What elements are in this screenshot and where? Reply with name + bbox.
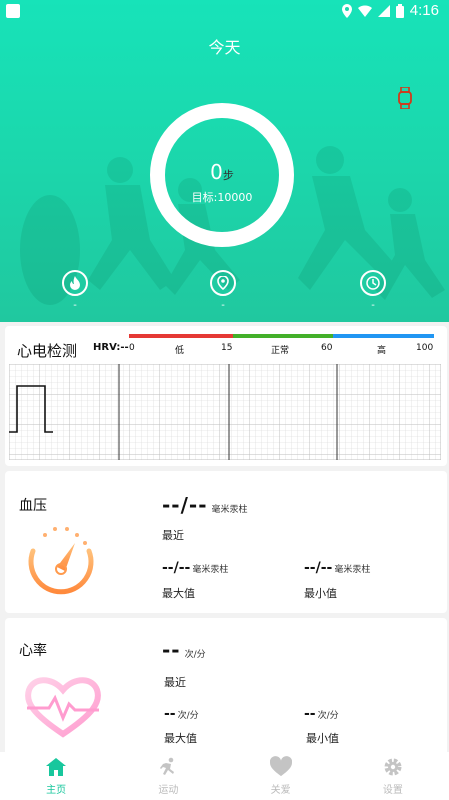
step-goal: 目标:10000 bbox=[191, 191, 253, 204]
hrv-scale-low: 低 bbox=[175, 346, 185, 356]
bp-max-label: 最大值 bbox=[162, 587, 195, 600]
hr-max-number: -- bbox=[164, 706, 176, 722]
hrv-high-segment bbox=[333, 334, 434, 338]
step-unit: 步 bbox=[222, 169, 234, 182]
ecg-waveform-grid bbox=[9, 364, 441, 460]
bp-recent-value: --/-- 毫米汞柱 bbox=[162, 493, 248, 517]
bp-recent-unit: 毫米汞柱 bbox=[211, 505, 248, 515]
heart-icon bbox=[269, 756, 292, 778]
hrv-scale-high: 高 bbox=[377, 346, 387, 356]
header: 4:16 今天 0步 目标:10000 - - - bbox=[0, 0, 449, 322]
ecg-card[interactable]: 心电检测 HRV:-- 0 低 15 正常 60 高 100 bbox=[5, 326, 447, 466]
tab-care[interactable]: 关爱 bbox=[225, 752, 337, 800]
duration-value: - bbox=[371, 300, 375, 311]
calories-value: - bbox=[73, 300, 77, 311]
page-title: 今天 bbox=[208, 38, 241, 57]
hr-max-unit: 次/分 bbox=[177, 711, 199, 721]
hrv-scale-0: 0 bbox=[129, 343, 135, 353]
step-value: 0 bbox=[210, 160, 223, 184]
heart-rate-card[interactable]: 心率 -- 次/分 最近 -- 次/分 最大值 -- 次/分 最小值 bbox=[5, 618, 447, 756]
watch-icon[interactable] bbox=[398, 87, 412, 109]
blood-pressure-card[interactable]: 血压 --/-- 毫米汞柱 最近 --/-- 毫米汞柱 最大值 --/-- 毫米汞柱 … bbox=[5, 471, 447, 613]
heart-pulse-icon bbox=[25, 677, 101, 738]
signal-icon bbox=[377, 4, 390, 17]
gauge-icon bbox=[28, 527, 94, 595]
bp-min-label: 最小值 bbox=[304, 587, 337, 600]
bp-min-value: --/-- 毫米汞柱 bbox=[304, 560, 370, 576]
home-icon bbox=[45, 756, 67, 778]
clock-icon bbox=[360, 270, 386, 296]
hrv-scale-bar bbox=[129, 334, 434, 338]
hrv-label: HRV:-- bbox=[93, 342, 129, 353]
hr-min-unit: 次/分 bbox=[317, 711, 339, 721]
tab-sport[interactable]: 运动 bbox=[112, 752, 224, 800]
hr-recent-unit: 次/分 bbox=[184, 650, 206, 660]
bp-max-value: --/-- 毫米汞柱 bbox=[162, 560, 228, 576]
hr-max-value: -- 次/分 bbox=[164, 706, 199, 722]
hr-min-value: -- 次/分 bbox=[304, 706, 339, 722]
hrv-scale-100: 100 bbox=[416, 343, 434, 353]
status-bar: 4:16 bbox=[0, 0, 449, 22]
ecg-title: 心电检测 bbox=[17, 342, 78, 360]
hr-min-number: -- bbox=[304, 706, 316, 722]
step-count: 0步 bbox=[150, 160, 294, 184]
hrv-normal-segment bbox=[232, 334, 334, 338]
bp-max-unit: 毫米汞柱 bbox=[192, 565, 229, 575]
hr-min-label: 最小值 bbox=[306, 732, 339, 745]
tab-care-label: 关爱 bbox=[270, 785, 291, 796]
tab-settings-label: 设置 bbox=[382, 785, 403, 796]
tab-sport-label: 运动 bbox=[158, 785, 179, 796]
flame-icon bbox=[62, 270, 88, 296]
hr-recent-value: -- 次/分 bbox=[162, 638, 206, 662]
bp-min-number: --/-- bbox=[304, 560, 333, 576]
bp-recent-number: --/-- bbox=[162, 493, 208, 517]
battery-icon bbox=[395, 3, 404, 18]
hr-max-label: 最大值 bbox=[164, 732, 197, 745]
hr-recent-number: -- bbox=[162, 638, 181, 662]
wifi-icon bbox=[357, 4, 372, 17]
bp-max-number: --/-- bbox=[162, 560, 191, 576]
location-icon bbox=[210, 270, 236, 296]
running-icon bbox=[157, 756, 179, 778]
location-status-icon bbox=[341, 3, 352, 18]
hrv-scale-normal: 正常 bbox=[271, 346, 290, 356]
status-time: 4:16 bbox=[409, 2, 439, 19]
hr-recent-label: 最近 bbox=[164, 676, 186, 689]
bottom-tab-bar: 主页 运动 关爱 设置 bbox=[0, 752, 449, 800]
tab-home[interactable]: 主页 bbox=[0, 752, 112, 800]
hrv-low-segment bbox=[129, 334, 233, 338]
hr-title: 心率 bbox=[19, 643, 47, 659]
tab-home-label: 主页 bbox=[46, 785, 67, 796]
notification-icon bbox=[6, 4, 20, 18]
hrv-scale-60: 60 bbox=[321, 343, 333, 353]
tab-settings[interactable]: 设置 bbox=[337, 752, 449, 800]
hrv-scale-15: 15 bbox=[221, 343, 233, 353]
bp-recent-label: 最近 bbox=[162, 529, 184, 542]
gear-icon bbox=[382, 756, 404, 778]
distance-value: - bbox=[221, 300, 225, 311]
bp-min-unit: 毫米汞柱 bbox=[334, 565, 371, 575]
bp-title: 血压 bbox=[19, 498, 47, 514]
